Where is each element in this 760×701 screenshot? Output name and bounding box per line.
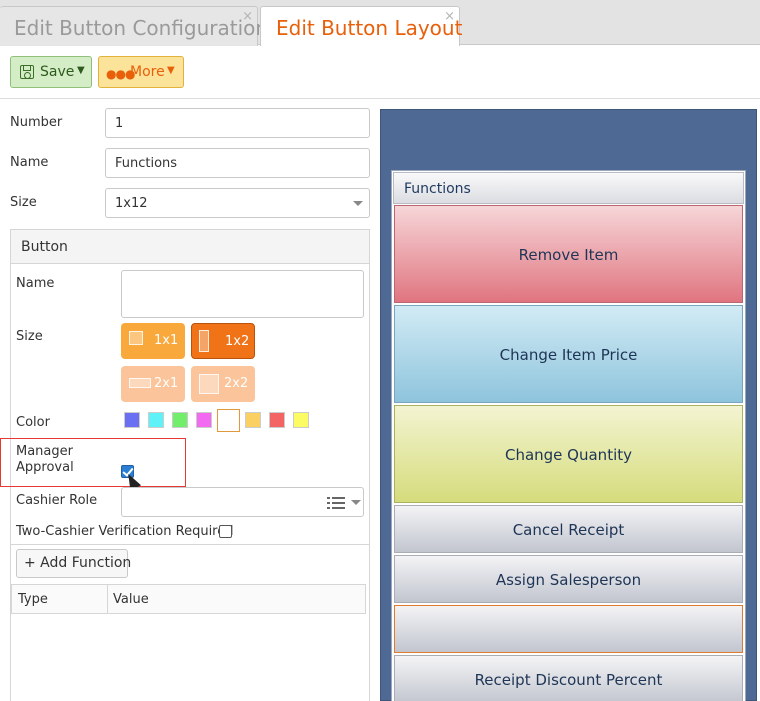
size-2x2-button[interactable]: 2x2 xyxy=(191,366,255,402)
color-swatch-white[interactable] xyxy=(217,409,240,432)
color-swatch-magenta[interactable] xyxy=(196,412,212,428)
preview-button-assign-salesperson[interactable]: Assign Salesperson xyxy=(394,555,743,603)
size-1x1-label: 1x1 xyxy=(154,333,179,348)
button-name-label: Name xyxy=(16,276,55,291)
preview-button-label: Cancel Receipt xyxy=(512,521,625,539)
button-group-header: Functions xyxy=(393,172,744,204)
chevron-down-icon: ▼ xyxy=(77,65,85,76)
add-function-button[interactable]: + Add Function xyxy=(16,549,132,578)
tab-bar: Edit Button Configuration × Edit Button … xyxy=(0,0,760,46)
name-field[interactable]: Functions xyxy=(105,148,370,178)
close-icon[interactable]: × xyxy=(444,9,455,24)
cashier-role-label: Cashier Role xyxy=(16,493,98,508)
save-icon xyxy=(20,65,34,79)
size-2x1-label: 2x1 xyxy=(154,376,179,391)
column-header-value: Value xyxy=(113,592,149,607)
size-2x2-icon xyxy=(199,374,219,394)
two-cashier-label: Two-Cashier Verification Required xyxy=(16,524,234,539)
size-1x1-icon xyxy=(129,331,143,345)
size-label: Size xyxy=(10,195,37,210)
close-icon[interactable]: × xyxy=(242,9,253,24)
preview-button-selected[interactable] xyxy=(394,605,743,653)
column-divider xyxy=(107,585,108,613)
cashier-role-select[interactable] xyxy=(121,487,364,517)
size-1x1-button[interactable]: 1x1 xyxy=(121,323,185,359)
size-1x2-icon xyxy=(199,330,209,352)
save-label: Save xyxy=(40,64,75,80)
color-swatch-blue[interactable] xyxy=(124,412,140,428)
number-label: Number xyxy=(10,115,63,130)
preview-button-change-item-price[interactable]: Change Item Price xyxy=(394,305,743,403)
color-swatch-red[interactable] xyxy=(269,412,285,428)
size-2x1-button[interactable]: 2x1 xyxy=(121,366,185,402)
name-value: Functions xyxy=(115,156,178,171)
preview-button-cancel-receipt[interactable]: Cancel Receipt xyxy=(394,505,743,553)
chevron-down-icon xyxy=(351,500,361,505)
button-group-title: Functions xyxy=(404,181,471,197)
functions-table-header: Type Value xyxy=(11,584,366,614)
list-icon xyxy=(327,497,345,509)
size-2x1-icon xyxy=(129,378,151,388)
column-header-type: Type xyxy=(18,592,48,607)
color-swatch-yellow[interactable] xyxy=(293,412,309,428)
preview-button-label: Assign Salesperson xyxy=(495,571,642,589)
button-panel-title: Button xyxy=(21,239,68,255)
size-value: 1x12 xyxy=(115,196,148,211)
name-label: Name xyxy=(10,155,49,170)
two-cashier-checkbox[interactable] xyxy=(219,525,232,538)
color-swatch-cyan[interactable] xyxy=(148,412,164,428)
preview-button-label: Remove Item xyxy=(518,246,619,264)
tab-edit-button-layout[interactable]: Edit Button Layout × xyxy=(260,6,463,46)
preview-button-label: Change Quantity xyxy=(504,446,633,464)
button-size-label: Size xyxy=(16,329,43,344)
color-label: Color xyxy=(16,415,50,430)
size-2x2-label: 2x2 xyxy=(224,376,249,391)
tab-label: Edit Button Layout xyxy=(276,16,463,40)
tab-edit-button-configuration[interactable]: Edit Button Configuration × xyxy=(0,6,268,46)
manager-approval-label-line1: Manager xyxy=(16,444,73,459)
layout-preview: Functions Remove Item Change Item Price … xyxy=(380,109,757,701)
add-function-label: + Add Function xyxy=(24,555,132,571)
chevron-down-icon xyxy=(353,201,363,206)
toolbar-divider xyxy=(0,98,760,99)
preview-button-label: Change Item Price xyxy=(499,346,638,364)
manager-approval-label-line2: Approval xyxy=(16,460,74,475)
color-swatch-green[interactable] xyxy=(172,412,188,428)
panel-divider xyxy=(11,544,369,545)
more-button[interactable]: ●●● More ▼ xyxy=(98,56,184,88)
chevron-down-icon: ▼ xyxy=(167,65,175,76)
size-1x2-label: 1x2 xyxy=(225,334,250,349)
preview-button-change-quantity[interactable]: Change Quantity xyxy=(394,405,743,503)
number-value: 1 xyxy=(115,116,124,131)
tab-label: Edit Button Configuration xyxy=(14,16,269,40)
number-field[interactable]: 1 xyxy=(105,108,370,138)
color-swatch-orange[interactable] xyxy=(245,412,261,428)
preview-button-receipt-discount-percent[interactable]: Receipt Discount Percent xyxy=(394,655,743,701)
preview-button-remove-item[interactable]: Remove Item xyxy=(394,205,743,303)
size-1x2-button[interactable]: 1x2 xyxy=(191,323,255,359)
button-group: Functions Remove Item Change Item Price … xyxy=(391,170,746,701)
save-button[interactable]: Save ▼ xyxy=(10,56,92,88)
more-label: More xyxy=(130,64,165,80)
size-select[interactable]: 1x12 xyxy=(105,188,370,218)
preview-button-label: Receipt Discount Percent xyxy=(474,671,663,689)
button-name-field[interactable] xyxy=(121,270,364,318)
button-panel-header: Button xyxy=(11,230,369,264)
